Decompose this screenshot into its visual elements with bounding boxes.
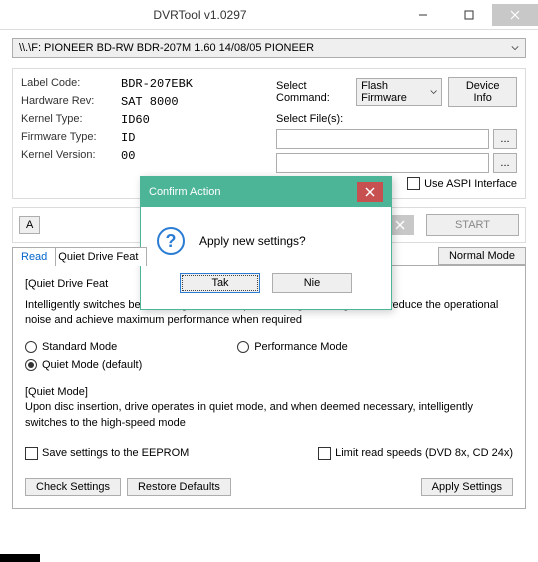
label-code-value: BDR-207EBK (121, 77, 193, 91)
firmware-type-value: ID (121, 131, 135, 145)
file-browse-button-1[interactable]: ... (493, 129, 517, 149)
drive-select[interactable]: \\.\F: PIONEER BD-RW BDR-207M 1.60 14/08… (12, 38, 526, 58)
titlebar: DVRTool v1.0297 (0, 0, 538, 30)
firmware-type-label: Firmware Type: (21, 131, 121, 145)
save-eeprom-checkbox[interactable]: Save settings to the EEPROM (25, 447, 189, 460)
file-input-2[interactable] (276, 153, 489, 173)
dialog-no-button[interactable]: Nie (272, 273, 352, 293)
start-button[interactable]: START (426, 214, 519, 236)
dialog-close-button[interactable] (357, 182, 383, 202)
tab-read[interactable]: Read (12, 247, 56, 266)
select-command-label: Select Command: (276, 80, 350, 104)
confirm-dialog: Confirm Action ? Apply new settings? Tak… (140, 176, 392, 310)
check-settings-button[interactable]: Check Settings (25, 478, 121, 496)
kernel-version-label: Kernel Version: (21, 149, 121, 163)
checkbox-icon (25, 447, 38, 460)
radio-icon (25, 341, 37, 353)
dialog-message: Apply new settings? (199, 234, 306, 248)
chevron-down-icon (511, 44, 519, 52)
checkbox-icon (407, 177, 420, 190)
mode-description: Upon disc insertion, drive operates in q… (25, 400, 513, 431)
select-command-dropdown[interactable]: Flash Firmware (356, 78, 442, 106)
dialog-title: Confirm Action (149, 186, 357, 198)
kernel-version-value: 00 (121, 149, 135, 163)
device-info-button[interactable]: Device Info (448, 77, 517, 107)
use-aspi-checkbox[interactable]: Use ASPI Interface (407, 177, 517, 190)
taskbar-hint (0, 554, 40, 562)
radio-icon (25, 359, 37, 371)
checkbox-icon (318, 447, 331, 460)
close-button[interactable] (492, 4, 538, 26)
quiet-mode-radio[interactable]: Quiet Mode (default) (25, 359, 142, 371)
chevron-down-icon (430, 88, 437, 96)
performance-mode-radio[interactable]: Performance Mode (237, 341, 348, 353)
kernel-type-value: ID60 (121, 113, 150, 127)
hardware-rev-value: SAT 8000 (121, 95, 179, 109)
tab-quiet-drive[interactable]: Quiet Drive Feat (56, 247, 147, 266)
apply-settings-button[interactable]: Apply Settings (421, 478, 513, 496)
file-browse-button-2[interactable]: ... (493, 153, 517, 173)
dialog-yes-button[interactable]: Tak (180, 273, 260, 293)
restore-defaults-button[interactable]: Restore Defaults (127, 478, 231, 496)
minimize-button[interactable] (400, 4, 446, 26)
maximize-button[interactable] (446, 4, 492, 26)
kernel-type-label: Kernel Type: (21, 113, 121, 127)
standard-mode-radio[interactable]: Standard Mode (25, 341, 117, 353)
mode-title: [Quiet Mode] (25, 385, 513, 400)
window-title: DVRTool v1.0297 (0, 8, 400, 22)
file-input-1[interactable] (276, 129, 489, 149)
a-button[interactable]: A (19, 216, 40, 234)
select-files-label: Select File(s): (276, 113, 517, 125)
hardware-rev-label: Hardware Rev: (21, 95, 121, 109)
label-code-label: Label Code: (21, 77, 121, 91)
window-buttons (400, 4, 538, 26)
radio-icon (237, 341, 249, 353)
limit-read-checkbox[interactable]: Limit read speeds (DVD 8x, CD 24x) (318, 447, 513, 460)
drive-path: \\.\F: PIONEER BD-RW BDR-207M 1.60 14/08… (19, 42, 314, 54)
